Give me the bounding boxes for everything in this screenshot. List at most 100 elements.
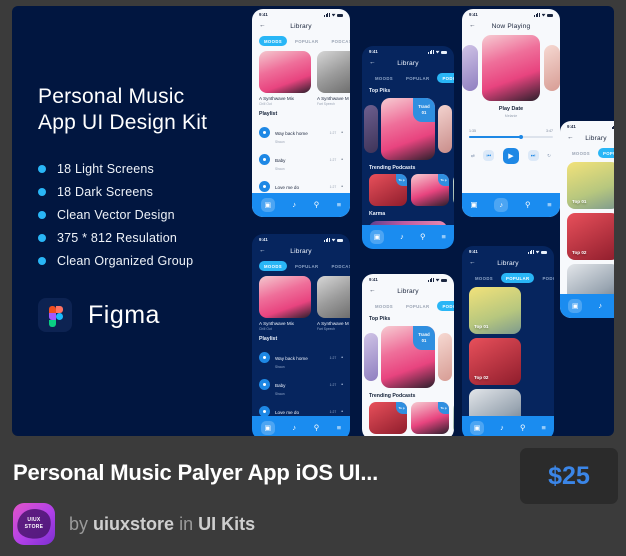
more-icon[interactable]: • (341, 355, 343, 361)
play-disc-icon[interactable] (259, 406, 270, 416)
play-disc-icon[interactable] (259, 154, 270, 166)
top-pik-card[interactable]: Trand 01 (381, 97, 435, 160)
tab-moods[interactable]: MOODS (259, 36, 287, 47)
popular-card[interactable]: Top 02 (469, 338, 521, 386)
nav-library-icon[interactable]: ▣ (470, 421, 485, 435)
podcast-card[interactable]: To p (453, 402, 454, 435)
nav-library-icon[interactable]: ▣ (260, 198, 275, 212)
mood-card[interactable]: A Synthwave Mix Chill Out (259, 51, 311, 106)
track-row[interactable]: Way back home Shaun 1:27 • (259, 122, 343, 144)
tab-popular[interactable]: POPULAR (290, 36, 323, 46)
nav-search-icon[interactable]: ⚲ (420, 233, 426, 241)
podcast-card[interactable]: To p (369, 174, 407, 207)
popular-card[interactable]: Top 01 (469, 287, 521, 335)
more-icon[interactable]: • (341, 382, 343, 388)
shuffle-icon[interactable]: ⇄ (471, 153, 475, 159)
track-row[interactable]: Love me do Shaun 1:27 • (259, 176, 343, 193)
back-icon[interactable]: ← (469, 260, 476, 267)
tab-popular[interactable]: POPULAR (290, 261, 323, 271)
nav-music-note-icon[interactable]: ♪ (400, 233, 404, 241)
track-row[interactable]: Love me do Shaun 1:27 • (259, 401, 343, 416)
product-title[interactable]: Personal Music Palyer App iOS UI... (13, 460, 493, 486)
author-link[interactable]: uiuxstore (93, 514, 174, 534)
tab-podcast[interactable]: PODCAST (437, 73, 454, 84)
nav-library-icon[interactable]: ▣ (568, 299, 583, 313)
more-icon[interactable]: • (341, 157, 343, 163)
nav-menu-icon[interactable]: ≡ (337, 424, 341, 432)
more-icon[interactable]: • (341, 130, 343, 136)
mood-card[interactable]: A Synthwave M Fart Speech (317, 276, 350, 331)
nav-search-icon[interactable]: ⚲ (525, 201, 531, 209)
top-pik-card[interactable]: Trand 01 (381, 325, 435, 388)
track-row[interactable]: Baby Shaun 1:27 • (259, 374, 343, 396)
nav-menu-icon[interactable]: ≡ (542, 424, 546, 432)
play-disc-icon[interactable] (259, 379, 270, 391)
nav-search-icon[interactable]: ⚲ (314, 424, 320, 432)
nav-music-note-icon[interactable]: ♪ (500, 424, 504, 432)
back-icon[interactable]: ← (259, 23, 266, 30)
nav-menu-icon[interactable]: ≡ (442, 233, 446, 241)
play-disc-icon[interactable] (259, 352, 270, 364)
popular-card[interactable]: Top 08 (567, 264, 614, 294)
tab-moods[interactable]: MOODS (567, 148, 595, 158)
tab-moods[interactable]: MOODS (259, 261, 287, 272)
play-disc-icon[interactable] (259, 181, 270, 193)
podcast-card[interactable]: To p (411, 174, 449, 207)
track-row[interactable]: Way back home Shaun 1:27 • (259, 347, 343, 369)
mood-card[interactable]: A Synthwave Mix Chill Out (259, 276, 311, 331)
popular-card[interactable]: Top 02 (567, 213, 614, 261)
nav-library-icon[interactable]: ▣ (470, 201, 477, 209)
carousel-peek-right[interactable] (438, 332, 452, 381)
back-icon[interactable]: ← (369, 288, 376, 295)
tab-podcast[interactable]: PODCAST (326, 36, 350, 46)
artwork-peek-right[interactable] (544, 45, 560, 91)
tab-moods[interactable]: MOODS (370, 301, 398, 311)
nav-music-note-icon[interactable]: ♪ (494, 198, 509, 212)
more-icon[interactable]: • (341, 409, 343, 415)
back-icon[interactable]: ← (567, 135, 574, 142)
nav-search-icon[interactable]: ⚲ (520, 424, 526, 432)
back-icon[interactable]: ← (469, 23, 476, 30)
tab-popular[interactable]: POPULAR (500, 273, 535, 284)
tab-popular[interactable]: POPULAR (401, 301, 434, 311)
nav-library-icon[interactable]: ▣ (370, 230, 385, 244)
nav-music-note-icon[interactable]: ♪ (598, 302, 602, 310)
tab-podcast[interactable]: PODCAST (326, 261, 350, 271)
nav-search-icon[interactable]: ⚲ (314, 201, 320, 209)
nav-library-icon[interactable]: ▣ (260, 421, 275, 435)
play-button[interactable]: ▶ (502, 147, 519, 164)
carousel-peek-left[interactable] (364, 104, 378, 153)
tab-popular[interactable]: POPULAR (597, 148, 614, 159)
next-button[interactable]: ⏭ (527, 150, 539, 162)
carousel-peek-right[interactable] (438, 104, 452, 153)
tab-podcast[interactable]: PODCAST (537, 273, 554, 283)
track-row[interactable]: Baby Shaun 1:27 • (259, 149, 343, 171)
tab-moods[interactable]: MOODS (470, 273, 498, 283)
back-icon[interactable]: ← (369, 60, 376, 67)
popular-card[interactable]: Top 08 (469, 389, 521, 416)
tab-moods[interactable]: MOODS (370, 73, 398, 83)
mood-card[interactable]: A Synthwave M Fart Speech (317, 51, 350, 106)
play-disc-icon[interactable] (259, 127, 270, 139)
podcast-card[interactable]: To p (411, 402, 449, 435)
avatar[interactable]: UIUX STORE (13, 503, 55, 545)
category-link[interactable]: UI Kits (198, 514, 255, 534)
carousel-peek-left[interactable] (364, 332, 378, 381)
nav-menu-icon[interactable]: ≡ (547, 201, 551, 209)
popular-card[interactable]: Top 01 (567, 162, 614, 210)
price-badge[interactable]: $25 (520, 448, 618, 504)
progress-slider[interactable] (469, 134, 553, 139)
podcast-card[interactable]: To p (453, 174, 454, 207)
more-icon[interactable]: • (341, 184, 343, 190)
back-icon[interactable]: ← (259, 248, 266, 255)
tab-podcast[interactable]: PODCAST (437, 301, 454, 312)
artwork-peek-left[interactable] (462, 45, 478, 91)
nav-music-note-icon[interactable]: ♪ (292, 424, 296, 432)
karma-banner[interactable] (369, 220, 447, 225)
nav-music-note-icon[interactable]: ♪ (292, 201, 296, 209)
repeat-icon[interactable]: ↻ (547, 153, 551, 159)
podcast-card[interactable]: To p (369, 402, 407, 435)
nav-menu-icon[interactable]: ≡ (337, 201, 341, 209)
tab-popular[interactable]: POPULAR (401, 73, 434, 83)
previous-button[interactable]: ⏮ (483, 150, 495, 162)
